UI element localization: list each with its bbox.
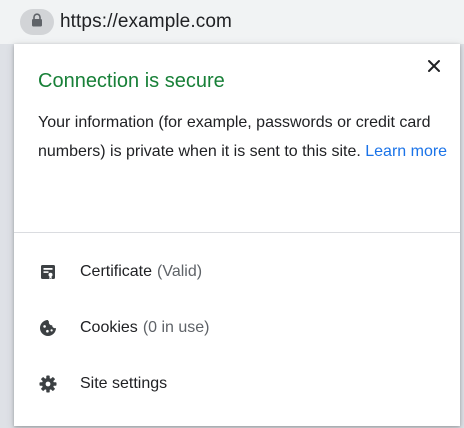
divider	[14, 232, 460, 233]
close-button[interactable]	[422, 56, 446, 80]
site-info-button[interactable]	[20, 9, 54, 35]
url-text[interactable]: https://example.com	[60, 10, 232, 34]
cookies-count: (0 in use)	[142, 319, 210, 336]
gear-icon	[38, 374, 58, 394]
connection-title: Connection is secure	[38, 70, 225, 92]
lock-icon	[31, 12, 43, 32]
certificate-row[interactable]: Certificate (Valid)	[14, 250, 460, 294]
site-settings-label: Site settings	[80, 375, 168, 392]
site-settings-row[interactable]: Site settings	[14, 362, 460, 406]
certificate-status: (Valid)	[157, 263, 203, 280]
certificate-icon	[38, 262, 58, 282]
cookie-icon	[38, 318, 58, 338]
certificate-label: Certificate	[80, 263, 153, 280]
site-info-popup: Connection is secure Your information (f…	[14, 44, 460, 426]
cookies-row[interactable]: Cookies (0 in use)	[14, 306, 460, 350]
cookies-label: Cookies	[80, 319, 138, 336]
learn-more-link[interactable]: Learn more	[365, 143, 447, 160]
connection-description: Your information (for example, passwords…	[38, 108, 448, 166]
close-icon	[427, 59, 441, 78]
address-bar: https://example.com	[0, 0, 464, 44]
